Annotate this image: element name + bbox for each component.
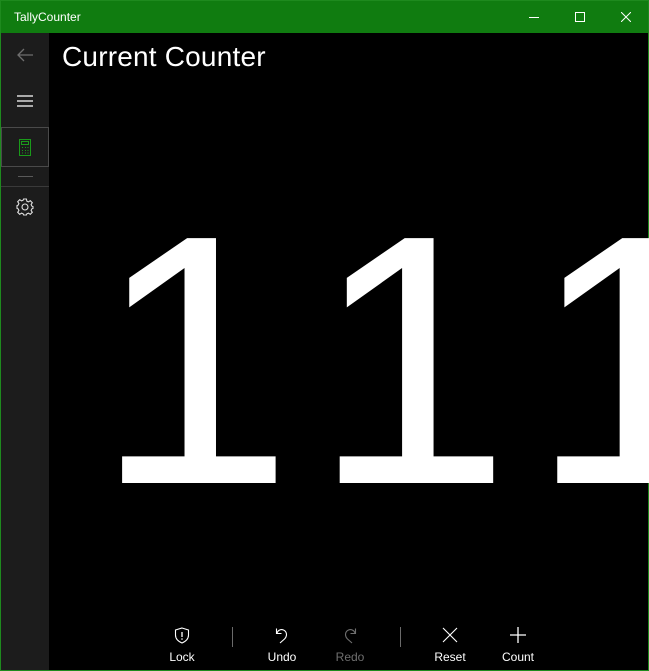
command-separator [232, 627, 233, 647]
lock-label: Lock [169, 650, 195, 664]
maximize-icon [575, 12, 585, 22]
back-arrow-icon [17, 48, 33, 62]
nav-item-counter[interactable] [1, 127, 49, 167]
undo-label: Undo [267, 650, 297, 664]
close-icon [621, 12, 631, 22]
shield-icon [174, 626, 190, 644]
main-content: Current Counter 111 [49, 33, 649, 670]
redo-button[interactable]: Redo [320, 619, 380, 669]
minimize-icon [529, 17, 539, 18]
back-button[interactable] [1, 35, 49, 75]
close-x-icon [442, 627, 458, 643]
count-button[interactable]: Count [488, 619, 548, 669]
plus-icon [510, 627, 526, 643]
nav-separator [18, 176, 33, 177]
calculator-icon [19, 138, 31, 156]
title-bar[interactable]: TallyCounter [1, 1, 648, 33]
redo-label: Redo [335, 650, 365, 664]
minimize-button[interactable] [511, 1, 557, 33]
maximize-button[interactable] [557, 1, 603, 33]
nav-item-settings[interactable] [1, 187, 49, 227]
app-title: TallyCounter [14, 10, 81, 24]
hamburger-menu-button[interactable] [1, 81, 49, 121]
command-separator [400, 627, 401, 647]
navigation-pane [1, 33, 49, 670]
lock-button[interactable]: Lock [152, 619, 212, 669]
reset-label: Reset [434, 650, 466, 664]
gear-icon [16, 198, 34, 216]
hamburger-icon [17, 95, 33, 107]
counter-value: 111 [95, 162, 649, 559]
app-window: TallyCounter Current Counter 11 Lock Und… [0, 0, 649, 671]
count-label: Count [501, 650, 535, 664]
command-bar: Lock Undo Redo Reset Count [49, 619, 648, 670]
reset-button[interactable]: Reset [420, 619, 480, 669]
close-button[interactable] [603, 1, 649, 33]
page-title: Current Counter [62, 41, 266, 72]
undo-button[interactable]: Undo [252, 619, 312, 669]
undo-icon [275, 628, 287, 643]
redo-icon [345, 628, 357, 643]
